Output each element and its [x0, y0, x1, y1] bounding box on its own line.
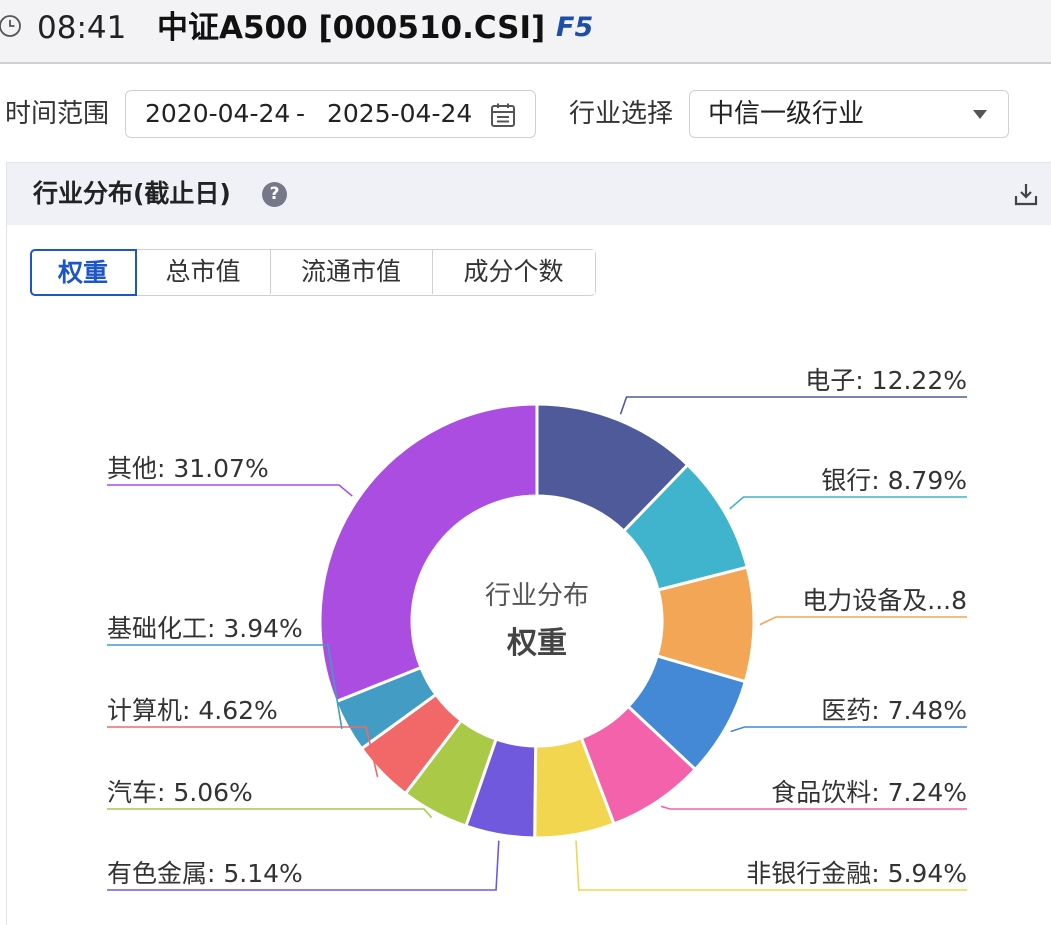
- industry-select[interactable]: 中信一级行业: [689, 90, 1009, 138]
- tab-weight[interactable]: 权重: [29, 248, 137, 296]
- panel-title: 行业分布(截止日): [33, 179, 231, 208]
- chevron-down-icon: [973, 110, 987, 119]
- tab-constituent-count[interactable]: 成分个数: [432, 250, 595, 294]
- tab-total-market-cap[interactable]: 总市值: [136, 250, 271, 294]
- tab-float-market-cap[interactable]: 流通市值: [270, 250, 433, 294]
- calendar-icon[interactable]: [490, 102, 516, 128]
- clock-time: 08:41: [37, 10, 127, 46]
- start-date: 2020-04-24: [145, 99, 291, 128]
- title-bar: 08:41 中证A500 [000510.CSI] F5: [0, 0, 1051, 64]
- end-date: 2025-04-24: [327, 99, 473, 128]
- filter-bar: 时间范围 2020-04-24 - 2025-04-24 行业选择 中信一级行业: [0, 66, 1051, 160]
- date-range-picker[interactable]: 2020-04-24 - 2025-04-24: [125, 90, 536, 138]
- download-icon[interactable]: [1013, 181, 1039, 207]
- industry-select-value: 中信一级行业: [708, 99, 865, 129]
- clock-icon: [0, 15, 21, 37]
- help-icon[interactable]: ?: [262, 182, 287, 207]
- industry-select-label: 行业选择: [569, 99, 674, 129]
- metric-tabs: 权重 总市值 流通市值 成分个数: [29, 248, 596, 296]
- date-separator: -: [296, 99, 306, 128]
- refresh-hotkey[interactable]: F5: [556, 10, 593, 46]
- page-title: 中证A500 [000510.CSI]: [157, 10, 546, 46]
- time-range-label: 时间范围: [5, 99, 110, 129]
- panel-header: 行业分布(截止日) ?: [7, 163, 1051, 225]
